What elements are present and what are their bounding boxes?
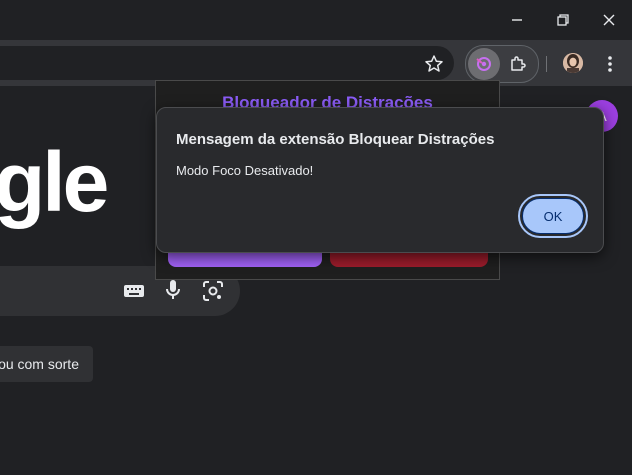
microphone-icon[interactable]	[165, 279, 181, 301]
feeling-lucky-button[interactable]: ou com sorte	[0, 346, 93, 382]
restore-icon	[557, 14, 569, 26]
keyboard-icon[interactable]	[123, 283, 145, 299]
puzzle-icon	[511, 56, 526, 71]
alert-dialog: Mensagem da extensão Bloquear Distrações…	[156, 107, 604, 253]
restore-button[interactable]	[540, 0, 586, 40]
close-icon	[603, 14, 615, 26]
avatar-image	[563, 53, 583, 73]
dialog-title: Mensagem da extensão Bloquear Distrações	[176, 131, 495, 148]
focus-extension-button[interactable]	[468, 48, 500, 80]
lens-icon[interactable]	[202, 280, 224, 302]
minimize-button[interactable]	[494, 0, 540, 40]
extensions-button[interactable]	[506, 52, 530, 76]
dialog-message: Modo Foco Desativado!	[176, 163, 314, 178]
more-vert-icon[interactable]	[600, 52, 620, 76]
close-window-button[interactable]	[586, 0, 632, 40]
star-icon[interactable]	[424, 54, 444, 74]
focus-extension-icon	[476, 57, 491, 71]
profile-avatar[interactable]	[563, 53, 583, 73]
toolbar-separator	[546, 56, 547, 72]
address-bar[interactable]	[0, 46, 454, 80]
title-bar	[0, 0, 632, 40]
ok-button[interactable]: OK	[518, 194, 588, 238]
google-logo-fragment: gle	[0, 135, 109, 229]
ok-button-label: OK	[522, 198, 584, 234]
minimize-icon	[512, 19, 522, 21]
